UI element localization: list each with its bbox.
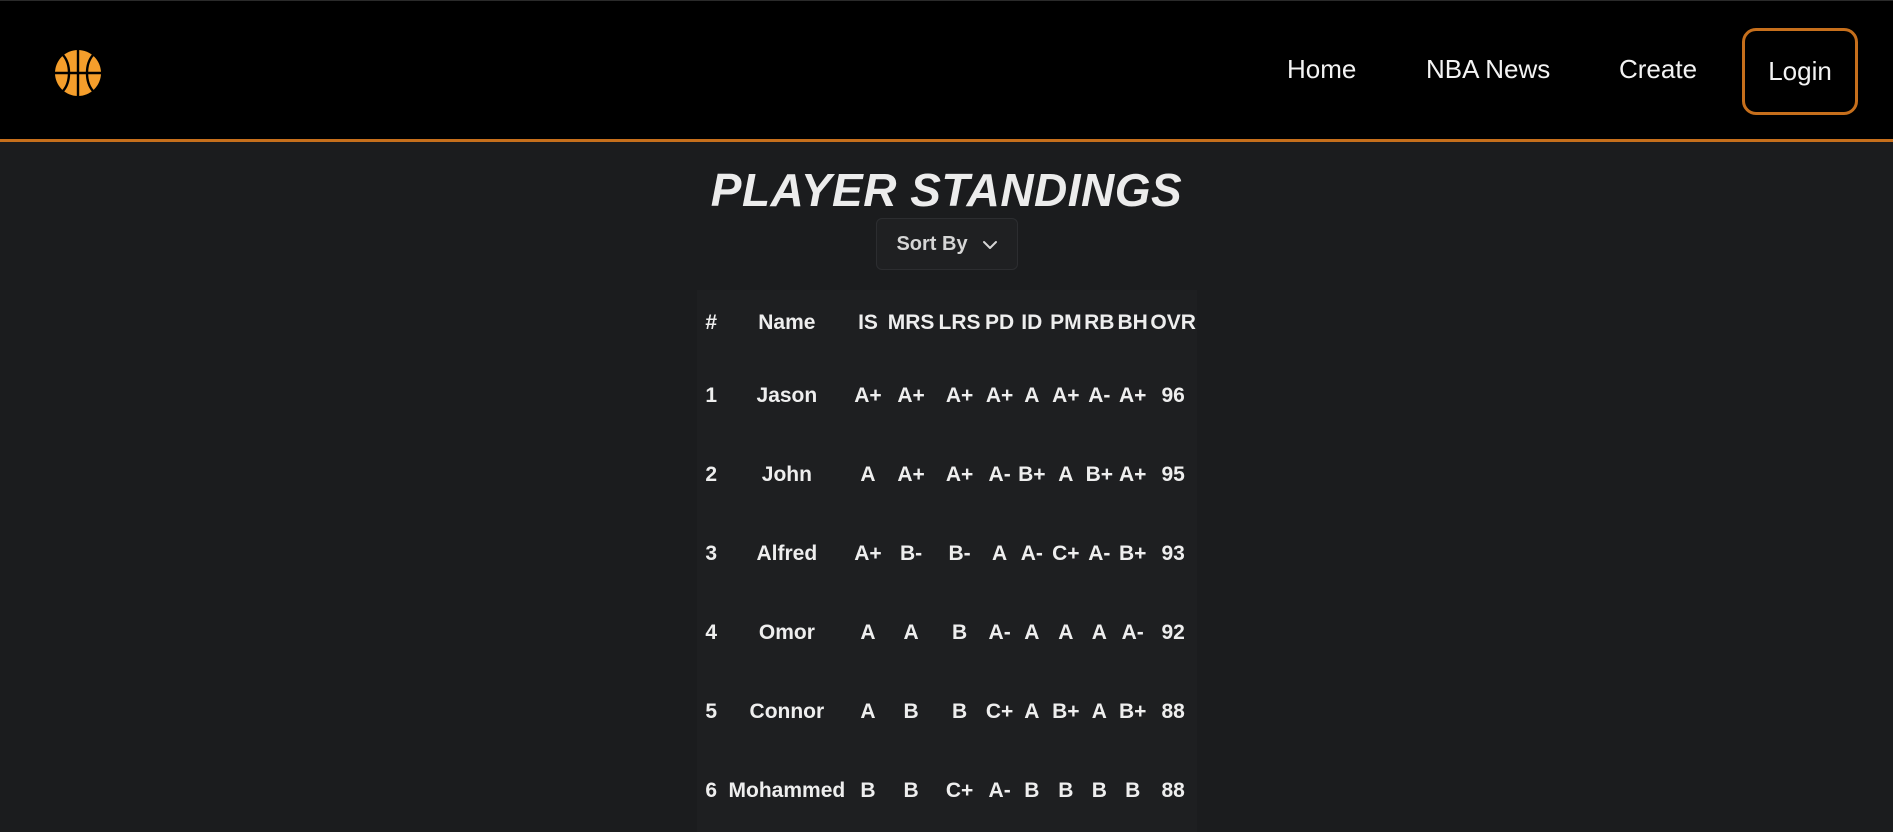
column-header: PD [985,311,1015,334]
page-title: PLAYER STANDINGS [710,164,1183,216]
standings-table-container: # Name IS MRS LRS PD ID PM RB BH OVR 1 J… [697,290,1197,832]
table-cell: A [1024,620,1040,644]
table-cell: 88 [1161,699,1185,723]
table-row: 1 Jason A+ A+ A+ A+ A A+ A- A+ 96 [697,356,1197,435]
table-cell: A+ [945,383,974,407]
table-cell: Jason [756,383,818,407]
table-cell: A+ [1118,462,1147,486]
table-cell: B [1091,778,1107,802]
table-cell: A- [988,778,1011,802]
table-row: 6 Mohammed B B C+ A- B B B B 88 [697,751,1197,830]
table-cell: A [1058,620,1074,644]
column-header: # [705,311,718,334]
sort-by-label: Sort By [896,232,968,255]
table-cell: A [992,541,1008,565]
table-cell: B [951,699,968,723]
navbar: Home NBA News Create Login [0,0,1893,142]
chevron-down-icon [982,236,998,252]
table-cell: B+ [1118,699,1147,723]
table-cell: Connor [749,699,825,723]
table-cell: A+ [1052,383,1080,407]
table-cell: A [860,620,876,644]
nav-link-create[interactable]: Create [1619,53,1697,85]
table-cell: A+ [854,541,882,565]
table-cell: B+ [1052,699,1080,723]
table-cell: 6 [705,778,718,802]
table-cell: A+ [897,383,925,407]
table-cell: A [1058,462,1074,486]
table-cell: 95 [1161,462,1185,486]
table-cell: B [1125,778,1141,802]
table-cell: A- [1088,383,1111,407]
table-row: 2 John A A+ A+ A- B+ A B+ A+ 95 [697,435,1197,514]
column-header: RB [1084,311,1115,334]
table-cell: B- [899,541,923,565]
table-cell: A- [988,620,1011,644]
sort-by-dropdown[interactable]: Sort By [876,218,1018,270]
table-cell: 1 [705,383,718,407]
table-cell: 2 [705,462,718,486]
table-cell: A- [1121,620,1144,644]
login-button[interactable]: Login [1742,28,1858,115]
table-cell: 4 [705,620,718,644]
table-cell: B [903,699,919,723]
table-cell: A+ [945,462,974,486]
table-cell: B- [948,541,971,565]
table-cell: C+ [1052,541,1080,565]
table-cell: B [1024,778,1040,802]
table-row: 3 Alfred A+ B- B- A A- C+ A- B+ 93 [697,514,1197,593]
nav-link-home[interactable]: Home [1287,53,1356,85]
standings-table: # Name IS MRS LRS PD ID PM RB BH OVR 1 J… [697,290,1197,830]
table-cell: A+ [1118,383,1147,407]
table-cell: 92 [1161,620,1185,644]
table-cell: A [860,462,876,486]
table-cell: A [1091,699,1107,723]
table-cell: A+ [985,383,1014,407]
table-cell: B [951,620,968,644]
table-cell: Alfred [756,541,818,565]
table-cell: A [903,620,919,644]
table-cell: A- [988,462,1011,486]
table-cell: John [761,462,812,486]
table-cell: C+ [945,778,974,802]
table-cell: B [860,778,876,802]
table-cell: 96 [1161,383,1185,407]
table-cell: 88 [1161,778,1185,802]
table-cell: A [1091,620,1107,644]
table-cell: Mohammed [728,778,846,802]
table-cell: 3 [705,541,718,565]
table-cell: B+ [1018,462,1046,486]
table-cell: B [903,778,919,802]
basketball-icon[interactable] [54,49,102,97]
table-cell: B+ [1118,541,1147,565]
column-header: BH [1117,311,1148,334]
table-cell: A+ [897,462,925,486]
column-header: ID [1021,311,1043,334]
column-header: OVR [1150,311,1196,334]
column-header: PM [1050,311,1082,334]
table-cell: Omor [758,620,815,644]
table-cell: A- [1020,541,1043,565]
table-cell: A [1024,383,1040,407]
column-header: IS [858,311,878,334]
table-row: 4 Omor A A B A- A A A A- 92 [697,593,1197,672]
table-cell: C+ [985,699,1014,723]
table-header-row: # Name IS MRS LRS PD ID PM RB BH OVR [697,290,1197,356]
column-header: LRS [938,311,981,334]
nav-link-nba-news[interactable]: NBA News [1426,53,1550,85]
column-header: Name [758,311,816,334]
table-cell: A [1024,699,1040,723]
table-cell: A [860,699,876,723]
table-cell: 93 [1161,541,1185,565]
table-cell: A+ [854,383,882,407]
table-cell: B [1058,778,1074,802]
table-row: 5 Connor A B B C+ A B+ A B+ 88 [697,672,1197,751]
column-header: MRS [887,311,935,334]
table-cell: A- [1088,541,1111,565]
table-cell: 5 [705,699,718,723]
table-cell: B+ [1085,462,1114,486]
